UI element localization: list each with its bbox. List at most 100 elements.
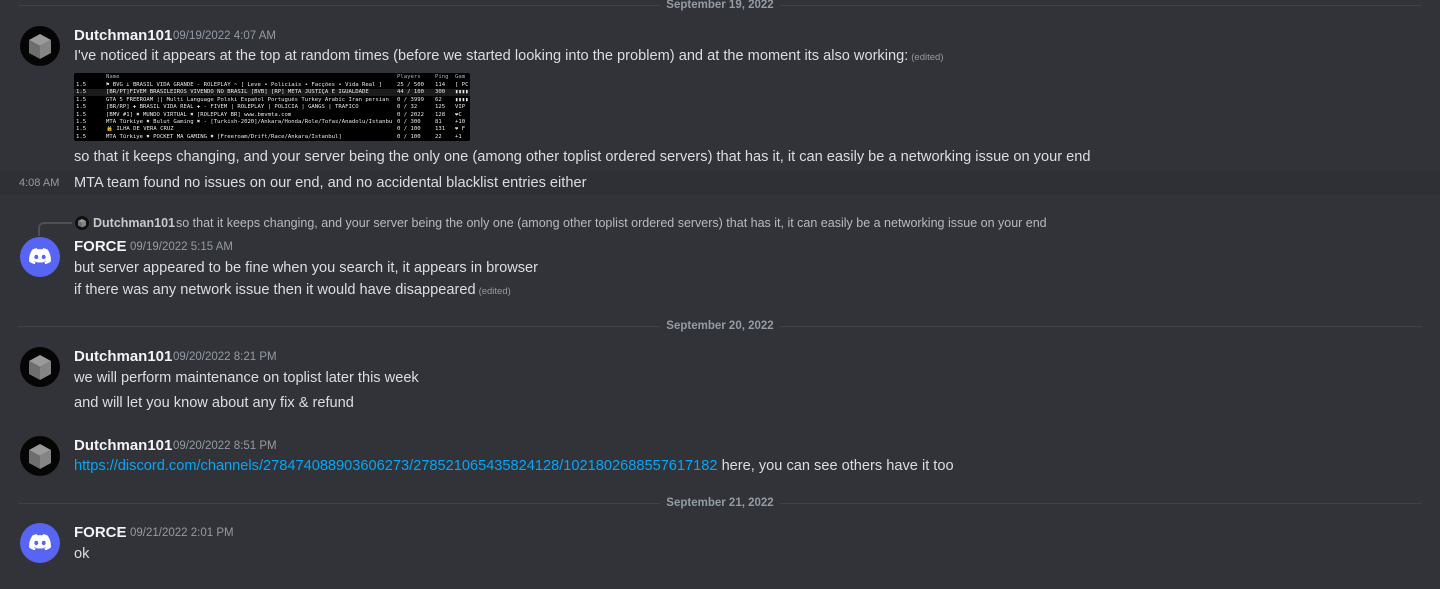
embed-cell: MTA Türkiye ✖ POCKET MA GAMING ✖ [Freero…	[106, 133, 342, 140]
embed-cell: 1.5	[76, 82, 87, 88]
embed-server-row: 1.5 MTA Türkiye ✖ POCKET MA GAMING ✖ [Fre…	[74, 134, 470, 141]
embed-cell: 1.5	[76, 126, 87, 133]
embed-server-row: 1.5 ⚑ BVG ⟂ BRASIL VIDA GRANDE - ROLEPLAY…	[74, 82, 470, 89]
cube-avatar-icon	[29, 34, 51, 59]
message-text: we will perform maintenance on toplist l…	[74, 370, 419, 386]
date-divider-label: September 21, 2022	[660, 496, 780, 511]
embed-cell: 131	[435, 126, 446, 133]
embed-cell: [BMV #1] ✖ MUNDO VIRTUAL ✖ [ROLEPLAY BR]…	[106, 111, 292, 118]
discord-logo-icon	[29, 248, 51, 265]
embed-cell: 0 / 32	[397, 104, 418, 111]
cube-avatar-icon	[29, 355, 51, 380]
embed-header-cell: Players	[397, 74, 421, 80]
message-text: and will let you know about any fix & re…	[74, 395, 354, 411]
embed-server-row: 1.5 [BMV #1] ✖ MUNDO VIRTUAL ✖ [ROLEPLAY …	[74, 112, 470, 119]
embed-header-cell: Ping	[435, 74, 449, 80]
embed-server-row: 1.5 🔒 ILHA DE VERA CRUZ 0 / 100 131 ❤ F	[74, 126, 470, 133]
embed-server-row: 1.5 MTA Türkiye ✖ Bulut Gaming ✖ - [Turki…	[74, 119, 470, 126]
embed-cell: ▮▮▮▮	[455, 89, 469, 96]
reply-avatar[interactable]	[75, 216, 89, 230]
embed-cell: 1.5	[76, 89, 87, 96]
embed-cell: 125	[435, 104, 446, 111]
message-line: here, you can see others have it too	[717, 458, 954, 474]
embed-server-row: 1.5 [BR/PT]FIVEM BRASILEIROS VIVENDO NO B…	[74, 89, 470, 97]
username[interactable]: FORCE	[74, 523, 127, 542]
username[interactable]: Dutchman101	[74, 347, 172, 366]
date-divider: September 21, 2022	[18, 496, 1422, 511]
message-timestamp[interactable]: 09/20/2022 8:51 PM	[173, 437, 277, 456]
embed-cell: 0 / 2022	[397, 111, 424, 118]
cube-avatar-icon	[29, 444, 51, 469]
message-text: I've noticed it appears at the top at ra…	[74, 46, 943, 68]
embed-cell: [BR/RP] ✚ BRASIL VIDA REAL ✚ - FIVEM | R…	[106, 104, 359, 111]
embed-cell: GTA 5 FREEROAM || Multi Language Polski …	[106, 96, 392, 103]
embed-cell: MTA Türkiye ✖ Bulut Gaming ✖ - [Turkish-…	[106, 119, 392, 125]
embed-cell: VIP	[455, 104, 466, 111]
side-timestamp[interactable]: 4:08 AM	[19, 173, 59, 193]
embed-cell: 128	[435, 111, 446, 118]
embed-cell: 🔒 ILHA DE VERA CRUZ	[106, 126, 174, 133]
embed-cell: 62	[435, 96, 442, 103]
embed-server-row: 1.5 GTA 5 FREEROAM || Multi Language Pols…	[74, 97, 470, 104]
embed-cell: [BR/PT]FIVEM BRASILEIROS VIVENDO NO BRAS…	[106, 89, 369, 96]
avatar[interactable]	[20, 436, 60, 476]
username[interactable]: FORCE	[74, 237, 127, 256]
embed-cell: 0 / 300	[397, 119, 421, 125]
embed-cell: [ PC	[455, 82, 469, 88]
embed-server-row: 1.5 [BR/RP] ✚ BRASIL VIDA REAL ✚ - FIVEM …	[74, 104, 470, 111]
discord-logo-icon	[29, 534, 51, 551]
reply-spine	[38, 222, 72, 236]
date-divider-label: September 20, 2022	[660, 319, 780, 334]
reply-preview-text[interactable]: so that it keeps changing, and your serv…	[176, 214, 1047, 232]
embed-header-cell: Name	[106, 74, 120, 80]
embed-cell: 1.5	[76, 104, 87, 111]
embed-cell: 300	[435, 89, 446, 96]
embed-cell: ▮▮▮▮	[455, 96, 469, 103]
message-timestamp[interactable]: 09/21/2022 2:01 PM	[130, 524, 234, 543]
embed-header-row: Name Players Ping Gam	[74, 74, 470, 81]
avatar[interactable]	[20, 347, 60, 387]
cube-avatar-icon	[78, 219, 86, 228]
username[interactable]: Dutchman101	[74, 26, 172, 45]
message-link[interactable]: https://discord.com/channels/27847408890…	[74, 458, 718, 474]
embed-cell: 44 / 100	[397, 89, 424, 96]
message-text: if there was any network issue then it w…	[74, 280, 511, 302]
embed-cell: 0 / 3999	[397, 96, 424, 103]
embed-cell: +1	[455, 133, 462, 140]
embed-cell: ⚑ BVG ⟂ BRASIL VIDA GRANDE - ROLEPLAY ~ …	[106, 82, 383, 88]
embed-cell: 1.5	[76, 96, 87, 103]
message-text: ok	[74, 546, 90, 562]
edited-tag: (edited)	[911, 52, 944, 63]
embed-cell: 1.5	[76, 133, 87, 140]
message-text: but server appeared to be fine when you …	[74, 260, 539, 276]
embed-cell: 0 / 100	[397, 133, 421, 140]
embed-cell: 1.5	[76, 119, 87, 125]
message-text: so that it keeps changing, and your serv…	[74, 149, 1091, 165]
embed-cell: 114	[435, 82, 446, 88]
avatar[interactable]	[20, 523, 60, 563]
embed-cell: 25 / 500	[397, 82, 424, 88]
username[interactable]: Dutchman101	[74, 436, 172, 455]
image-attachment[interactable]: Name Players Ping Gam 1.5 ⚑ BVG ⟂ BRASIL …	[74, 73, 470, 141]
reply-username[interactable]: Dutchman101	[93, 214, 175, 232]
embed-cell: 81	[435, 119, 442, 125]
date-divider: September 20, 2022	[18, 319, 1422, 334]
message-line: I've noticed it appears at the top at ra…	[74, 48, 909, 64]
message-line: if there was any network issue then it w…	[74, 282, 476, 298]
date-divider-label: September 19, 2022	[660, 0, 780, 13]
avatar[interactable]	[20, 237, 60, 277]
message-timestamp[interactable]: 09/19/2022 4:07 AM	[173, 27, 276, 46]
date-divider: September 19, 2022	[18, 0, 1422, 13]
embed-cell: 22	[435, 133, 442, 140]
message-timestamp[interactable]: 09/20/2022 8:21 PM	[173, 348, 277, 367]
avatar[interactable]	[20, 26, 60, 66]
message-timestamp[interactable]: 09/19/2022 5:15 AM	[130, 238, 233, 257]
embed-cell: +10	[455, 119, 466, 125]
embed-cell: ❤ F	[455, 126, 466, 133]
message-text: https://discord.com/channels/27847408890…	[74, 456, 954, 476]
embed-cell: ❤C	[455, 111, 462, 118]
embed-cell: 0 / 100	[397, 126, 421, 133]
embed-cell: 1.5	[76, 111, 87, 118]
message-text: MTA team found no issues on our end, and…	[74, 175, 587, 191]
embed-header-cell: Gam	[455, 74, 466, 80]
